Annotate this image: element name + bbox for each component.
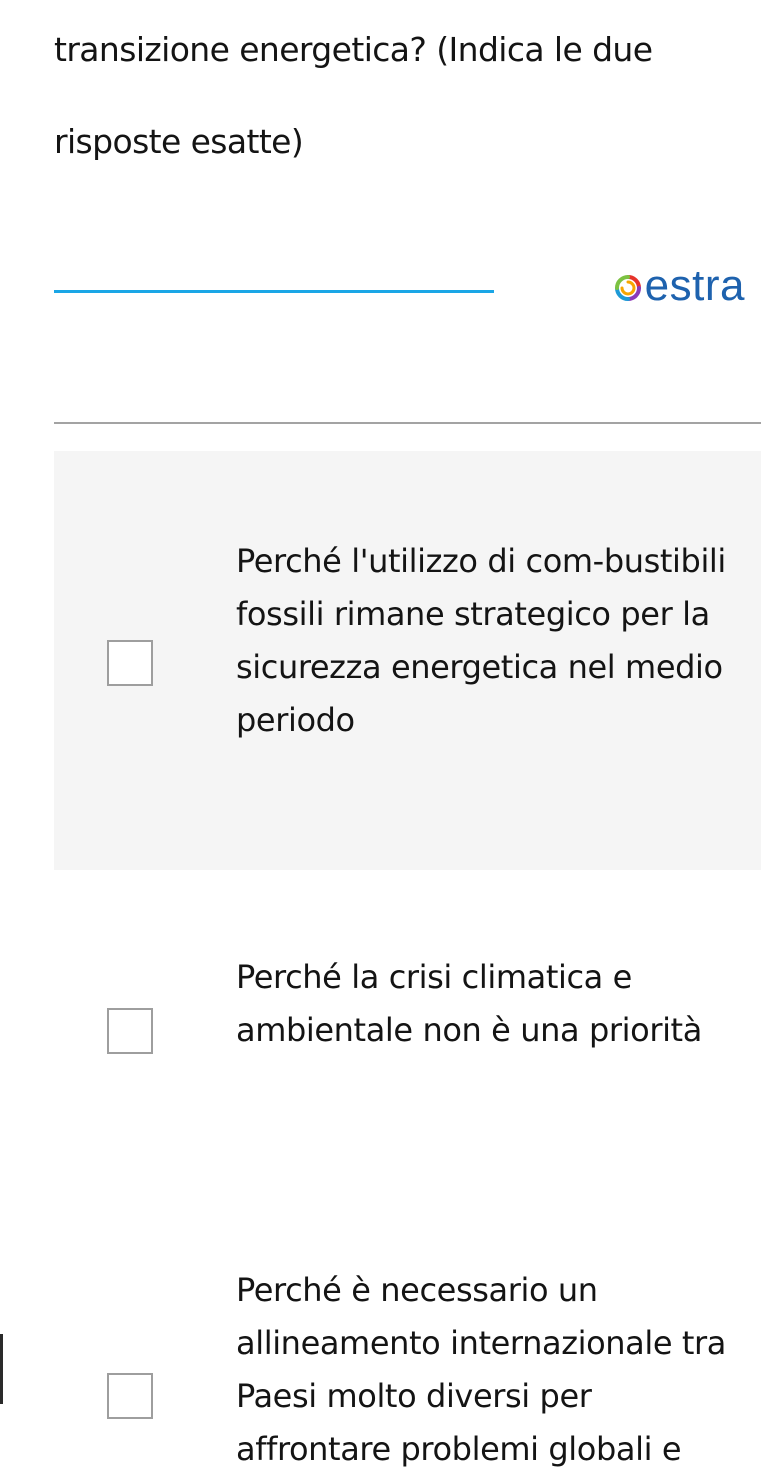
- answer-option-label: Perché è necessario un allineamento inte…: [236, 1271, 727, 1468]
- question-text: transizione energetica? (Indica le due r…: [54, 30, 653, 161]
- answer-option-3[interactable]: Perché è necessario un allineamento inte…: [54, 1170, 761, 1468]
- answer-option-2[interactable]: Perché la crisi climatica e ambientale n…: [54, 870, 761, 1170]
- estra-logo-icon: [614, 275, 641, 301]
- brand-logo: estra: [614, 256, 745, 316]
- answer-checkbox-1[interactable]: [107, 640, 153, 686]
- answer-option-1[interactable]: Perché l'utilizzo di com-bustibili fossi…: [54, 451, 761, 870]
- left-edge-marker: [0, 1334, 3, 1404]
- answer-option-label: Perché l'utilizzo di com-bustibili fossi…: [236, 542, 726, 739]
- brand-name: estra: [644, 261, 745, 310]
- divider: [54, 422, 761, 424]
- brand-header: estra: [54, 256, 761, 316]
- answer-option-label: Perché la crisi climatica e ambientale n…: [236, 958, 702, 1049]
- brand-accent-line: [54, 290, 494, 293]
- answer-checkbox-3[interactable]: [107, 1373, 153, 1419]
- answer-checkbox-2[interactable]: [107, 1008, 153, 1054]
